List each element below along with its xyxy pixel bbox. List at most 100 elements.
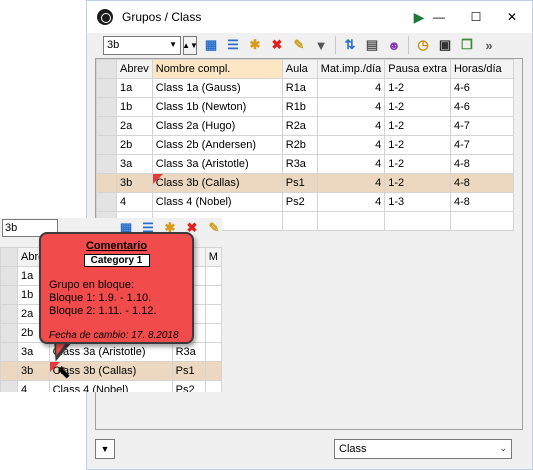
- chevron-down-icon[interactable]: ▼: [95, 439, 115, 459]
- row-header[interactable]: [96, 135, 117, 155]
- col-header-nombre[interactable]: Nombre compl.: [151, 59, 283, 79]
- delete-icon[interactable]: ✖: [269, 37, 285, 53]
- list-icon[interactable]: ☰: [225, 37, 241, 53]
- table-row[interactable]: 3a Class 3a (Aristotle) R3a 4 1-2 4-8: [96, 154, 514, 174]
- cell-aula[interactable]: R1a: [281, 78, 318, 98]
- cell-horas[interactable]: 4-6: [449, 97, 514, 117]
- filter-icon[interactable]: ▼: [313, 37, 329, 53]
- cell-empty[interactable]: [384, 211, 451, 231]
- row-header[interactable]: [96, 116, 117, 136]
- cell-horas[interactable]: 4-8: [449, 192, 514, 212]
- cell-abrev[interactable]: 2b: [116, 135, 153, 155]
- cell-mat[interactable]: 4: [316, 135, 386, 155]
- row-header[interactable]: [96, 154, 117, 174]
- maximize-button[interactable]: ☐: [459, 1, 493, 33]
- cell-abrev[interactable]: 1b: [116, 97, 153, 117]
- minimize-button[interactable]: —: [422, 1, 456, 33]
- cell-abrev[interactable]: 1a: [116, 78, 153, 98]
- cell-aula[interactable]: R3a: [281, 154, 318, 174]
- cell-pausa[interactable]: 1-2: [384, 78, 451, 98]
- cell-abrev[interactable]: 3a: [116, 154, 153, 174]
- col-header-abrev[interactable]: Abrev: [116, 59, 153, 79]
- comment-callout: Comentario Category 1 Grupo en bloque: B…: [39, 232, 194, 344]
- col-header-horas[interactable]: Horas/día: [449, 59, 514, 79]
- new-icon[interactable]: ✱: [247, 37, 263, 53]
- cell-pausa[interactable]: 1-3: [384, 192, 451, 212]
- cell-pausa[interactable]: 1-2: [384, 154, 451, 174]
- row-header: [0, 380, 18, 392]
- row-header-corner[interactable]: [96, 59, 117, 79]
- cell-horas[interactable]: 4-8: [449, 154, 514, 174]
- row-header[interactable]: [96, 192, 117, 212]
- col-header-pausa[interactable]: Pausa extra: [384, 59, 451, 79]
- zoom-col-header-mat: M: [204, 247, 222, 267]
- cell-pausa[interactable]: 1-2: [384, 97, 451, 117]
- cell-horas[interactable]: 4-8: [449, 173, 514, 193]
- cell-empty[interactable]: [449, 211, 514, 231]
- cell-nombre[interactable]: Class 2b (Andersen): [151, 135, 283, 155]
- cell-mat[interactable]: 4: [316, 97, 386, 117]
- table-row[interactable]: 4 Class 4 (Nobel) Ps2 4 1-3 4-8: [96, 192, 514, 212]
- title-bar: Grupos / Class ▶ — ☐ ✕: [87, 1, 532, 33]
- cell-nombre[interactable]: Class 1b (Newton): [151, 97, 283, 117]
- cell-aula[interactable]: R1b: [281, 97, 318, 117]
- people-icon[interactable]: ☻: [386, 37, 402, 53]
- table-row[interactable]: 2b Class 2b (Andersen) R2b 4 1-2 4-7: [96, 135, 514, 155]
- close-button[interactable]: ✕: [495, 1, 529, 33]
- cell-aula[interactable]: R2b: [281, 135, 318, 155]
- cell-pausa[interactable]: 1-2: [384, 135, 451, 155]
- cell-nombre[interactable]: Class 4 (Nobel): [151, 192, 283, 212]
- row-header[interactable]: [96, 97, 117, 117]
- row-header[interactable]: [96, 173, 117, 193]
- table-header-row: Abrev Nombre compl. Aula Mat.imp./día Pa…: [96, 59, 514, 79]
- cell-empty: [204, 342, 222, 362]
- cell-horas[interactable]: 4-7: [449, 116, 514, 136]
- cell-empty[interactable]: [281, 211, 318, 231]
- copy-icon[interactable]: ❐: [459, 37, 475, 53]
- sort-icon[interactable]: ⇅: [342, 37, 358, 53]
- cell-pausa[interactable]: 1-2: [384, 116, 451, 136]
- cell-abrev[interactable]: 2a: [116, 116, 153, 136]
- table-row[interactable]: 2a Class 2a (Hugo) R2a 4 1-2 4-7: [96, 116, 514, 136]
- cell-abrev[interactable]: 4: [116, 192, 153, 212]
- edit-icon[interactable]: ✎: [206, 220, 222, 236]
- comment-flag-icon[interactable]: [153, 174, 163, 184]
- spin-icon[interactable]: ▲▼: [182, 35, 198, 55]
- table-row-selected[interactable]: 3b Class 3b (Callas) Ps1 4 1-2 4-8: [96, 173, 514, 193]
- edit-icon[interactable]: ✎: [291, 37, 307, 53]
- col-header-mat[interactable]: Mat.imp./día: [316, 59, 386, 79]
- cell-mat[interactable]: 4: [316, 116, 386, 136]
- cell-nombre[interactable]: Class 1a (Gauss): [151, 78, 283, 98]
- cell-mat[interactable]: 4: [316, 154, 386, 174]
- cell-aula[interactable]: R2a: [281, 116, 318, 136]
- cell-mat[interactable]: 4: [316, 78, 386, 98]
- element-combo-value: 3b: [107, 38, 120, 51]
- cell-abrev: 3a: [16, 342, 50, 362]
- view-select[interactable]: Class ⌄: [334, 439, 512, 459]
- grid-icon[interactable]: ▦: [203, 37, 219, 53]
- cell-nombre[interactable]: Class 2a (Hugo): [151, 116, 283, 136]
- cell-horas[interactable]: 4-6: [449, 78, 514, 98]
- cell-mat[interactable]: 4: [316, 192, 386, 212]
- chevron-down-icon[interactable]: ⌄: [499, 443, 507, 454]
- cell-aula[interactable]: Ps1: [281, 173, 318, 193]
- comment-date: Fecha de cambio: 17. 8.2018: [49, 330, 179, 341]
- element-combo[interactable]: 3b ▼: [103, 35, 181, 55]
- calendar-icon[interactable]: ▣: [437, 37, 453, 53]
- cell-pausa[interactable]: 1-2: [384, 173, 451, 193]
- cell-nombre[interactable]: Class 3b (Callas): [151, 173, 283, 193]
- row-header[interactable]: [96, 78, 117, 98]
- cell-aula[interactable]: Ps2: [281, 192, 318, 212]
- columns-icon[interactable]: ▤: [364, 37, 380, 53]
- clock-icon[interactable]: ◷: [415, 37, 431, 53]
- col-header-aula[interactable]: Aula: [281, 59, 318, 79]
- table-row[interactable]: 1a Class 1a (Gauss) R1a 4 1-2 4-6: [96, 78, 514, 98]
- cell-nombre[interactable]: Class 3a (Aristotle): [151, 154, 283, 174]
- overflow-icon[interactable]: »: [481, 37, 497, 53]
- chevron-down-icon[interactable]: ▼: [169, 40, 177, 49]
- table-row[interactable]: 1b Class 1b (Newton) R1b 4 1-2 4-6: [96, 97, 514, 117]
- cell-abrev[interactable]: 3b: [116, 173, 153, 193]
- cell-mat[interactable]: 4: [316, 173, 386, 193]
- cell-empty[interactable]: [316, 211, 386, 231]
- cell-horas[interactable]: 4-7: [449, 135, 514, 155]
